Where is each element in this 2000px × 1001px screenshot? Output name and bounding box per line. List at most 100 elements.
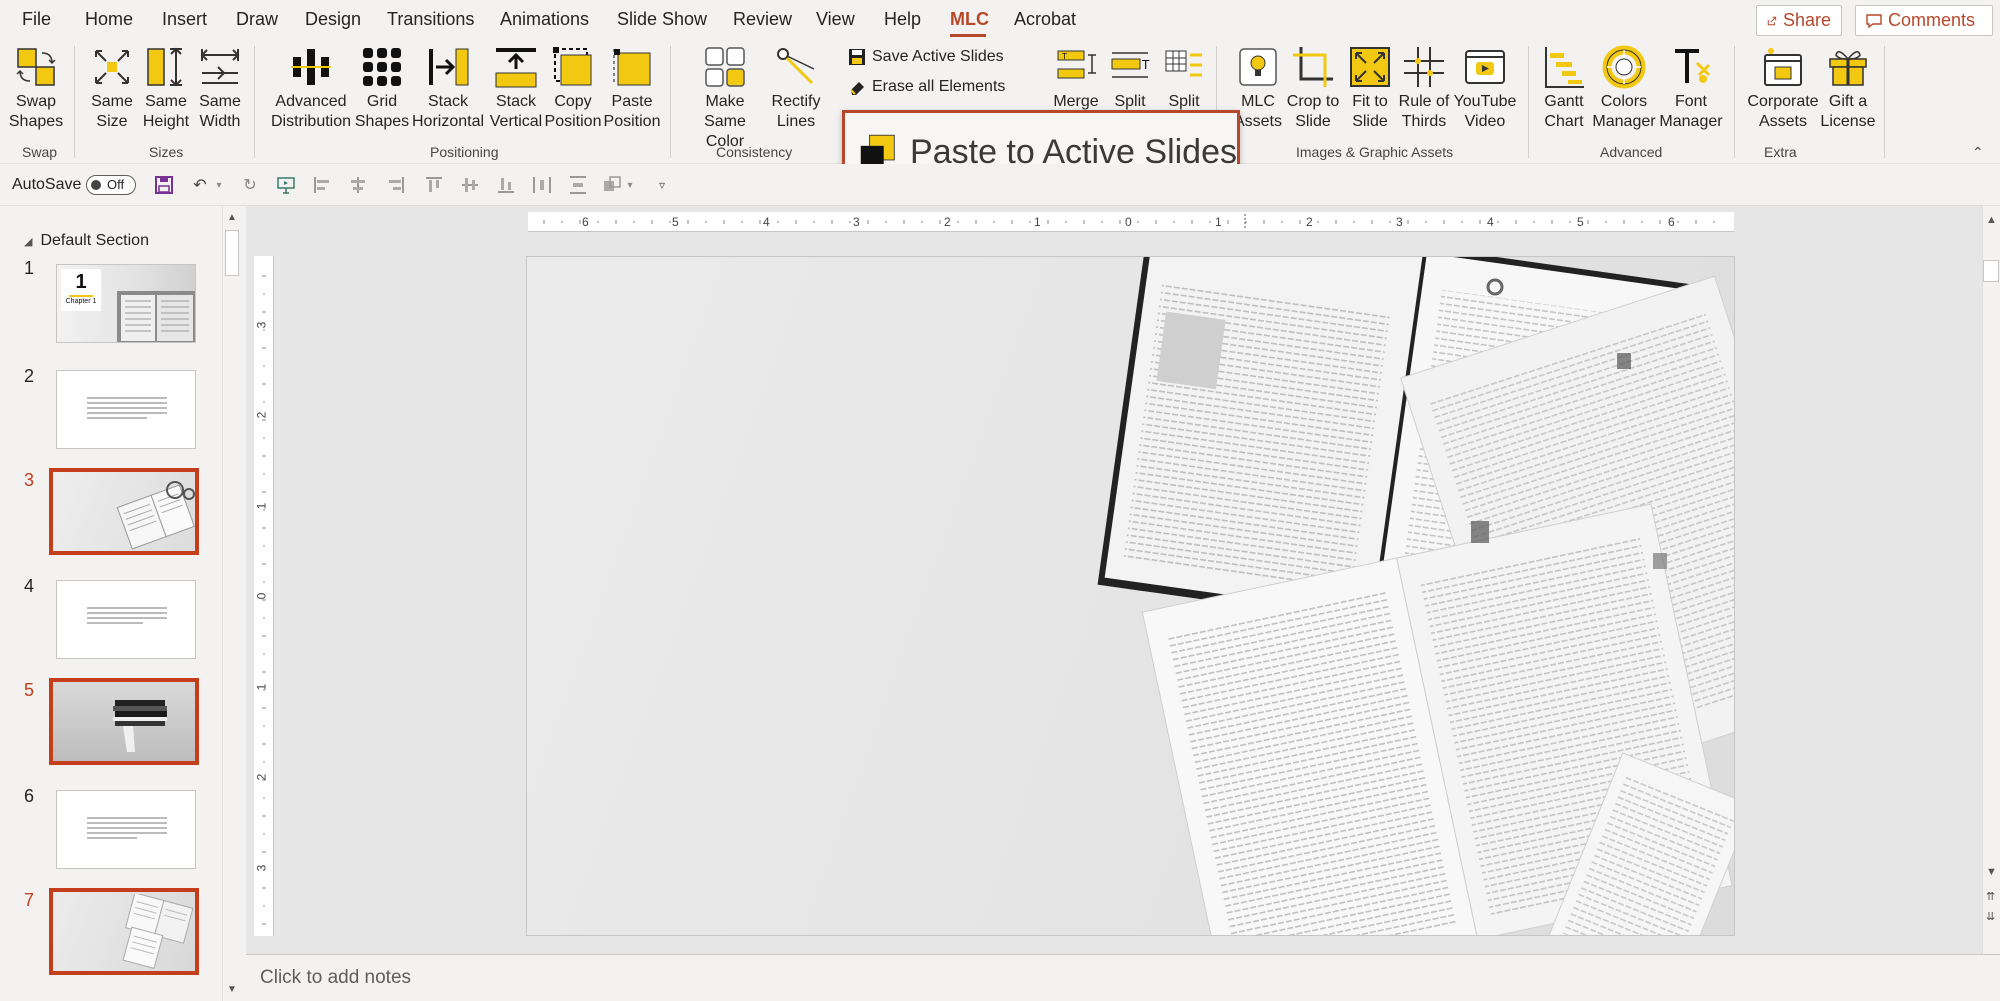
- tab-view[interactable]: View: [816, 9, 855, 30]
- tab-insert[interactable]: Insert: [162, 9, 207, 30]
- gantt-chart-button[interactable]: Gantt Chart: [1538, 44, 1590, 132]
- swap-shapes-button[interactable]: Swap Shapes: [9, 44, 63, 132]
- next-slide-icon[interactable]: ⇊: [1986, 910, 1995, 923]
- erase-all-elements-button[interactable]: Erase all Elements: [848, 78, 1005, 96]
- copy-position-button[interactable]: Copy Position: [545, 44, 601, 132]
- distribute-horizontal-icon[interactable]: [530, 174, 554, 196]
- slide-scrollbar[interactable]: ▲ ▼ ⇈ ⇊: [1982, 206, 2000, 954]
- ruler-label: 1: [254, 502, 269, 510]
- tab-draw[interactable]: Draw: [236, 9, 278, 30]
- undo-icon[interactable]: ↶: [188, 174, 212, 196]
- corporate-assets-button[interactable]: Corporate Assets: [1744, 44, 1822, 132]
- tab-review[interactable]: Review: [733, 9, 792, 30]
- align-bottom-icon[interactable]: [494, 174, 518, 196]
- thumbnail-scrollbar[interactable]: ▲ ▼: [222, 206, 240, 1001]
- same-height-icon: [147, 47, 182, 87]
- previous-slide-icon[interactable]: ⇈: [1986, 890, 1995, 903]
- autosave-label: AutoSave: [12, 176, 82, 193]
- same-width-button[interactable]: Same Width: [194, 44, 246, 132]
- share-icon: [1767, 16, 1777, 25]
- scroll-down-icon[interactable]: ▼: [1986, 866, 1997, 878]
- font-manager-button[interactable]: Font Manager: [1658, 44, 1724, 132]
- scroll-up-icon[interactable]: ▲: [227, 212, 237, 223]
- section-header[interactable]: ◢ Default Section: [24, 232, 149, 250]
- eraser-icon: [850, 82, 864, 95]
- corporate-assets-icon: [1764, 48, 1802, 86]
- same-width-icon: [200, 49, 240, 84]
- same-size-button[interactable]: Same Size: [86, 44, 138, 132]
- tab-design[interactable]: Design: [305, 9, 361, 30]
- tab-home[interactable]: Home: [85, 9, 133, 30]
- scroll-down-icon[interactable]: ▼: [227, 984, 237, 995]
- present-icon[interactable]: [274, 174, 298, 196]
- stack-horizontal-button[interactable]: Stack Horizontal: [410, 44, 486, 132]
- scrollbar-thumb[interactable]: [225, 230, 239, 276]
- split-text-button[interactable]: T Split: [1104, 44, 1156, 112]
- slide-thumbnail-2[interactable]: [56, 370, 196, 449]
- book-stack-image: [113, 700, 167, 752]
- crop-to-slide-button[interactable]: Crop to Slide: [1284, 44, 1342, 132]
- rule-of-thirds-button[interactable]: Rule of Thirds: [1396, 44, 1452, 132]
- tab-animations[interactable]: Animations: [500, 9, 589, 30]
- slide-thumbnail-4[interactable]: [56, 580, 196, 659]
- same-height-button[interactable]: Same Height: [140, 44, 192, 132]
- slide-canvas[interactable]: [526, 256, 1735, 936]
- svg-text:T: T: [1061, 52, 1067, 61]
- active-tab-indicator: [950, 34, 986, 37]
- group-dropdown-icon[interactable]: ▾: [624, 174, 636, 196]
- save-active-slides-button[interactable]: Save Active Slides: [848, 48, 1004, 66]
- slide-thumbnail-5[interactable]: [49, 678, 199, 765]
- collapse-ribbon-icon[interactable]: ⌃: [1972, 144, 1984, 161]
- tab-mlc[interactable]: MLC: [950, 9, 989, 30]
- group-objects-icon[interactable]: [600, 174, 624, 196]
- crop-icon: [1293, 47, 1333, 87]
- notes-placeholder: Click to add notes: [260, 967, 412, 988]
- youtube-video-button[interactable]: YouTube Video: [1454, 44, 1516, 132]
- save-icon[interactable]: [152, 174, 176, 196]
- tab-help[interactable]: Help: [884, 9, 921, 30]
- slide-thumbnail-7[interactable]: [49, 888, 199, 975]
- fit-to-slide-button[interactable]: Fit to Slide: [1344, 44, 1396, 132]
- align-right-icon[interactable]: [384, 174, 408, 196]
- slide-number: 7: [24, 890, 35, 910]
- paste-position-button[interactable]: Paste Position: [604, 44, 660, 132]
- grid-shapes-button[interactable]: Grid Shapes: [355, 44, 409, 132]
- gift-a-license-button[interactable]: Gift a License: [1820, 44, 1876, 132]
- split-table-label: Split: [1168, 93, 1200, 110]
- share-button[interactable]: Share: [1756, 5, 1842, 36]
- advanced-distribution-button[interactable]: Advanced Distribution: [268, 44, 354, 132]
- autosave-toggle[interactable]: Off: [86, 175, 136, 195]
- notes-pane[interactable]: Click to add notes: [246, 954, 2000, 1001]
- merge-button[interactable]: T Merge: [1048, 44, 1104, 112]
- colors-manager-button[interactable]: Colors Manager: [1592, 44, 1656, 132]
- same-size-icon: [95, 50, 129, 84]
- align-left-icon[interactable]: [310, 174, 334, 196]
- undo-dropdown-icon[interactable]: ▾: [212, 174, 226, 196]
- slide-thumbnail-6[interactable]: [56, 790, 196, 869]
- customize-toolbar-icon[interactable]: ▿: [650, 174, 674, 196]
- redo-icon[interactable]: ↻: [238, 174, 262, 196]
- open-books-photo: [1097, 257, 1734, 935]
- tab-acrobat[interactable]: Acrobat: [1014, 9, 1076, 30]
- stack-horizontal-icon: [429, 48, 469, 86]
- ruler-label: 3: [254, 321, 269, 329]
- collapse-section-icon[interactable]: ◢: [24, 235, 32, 248]
- slide-thumbnail-1[interactable]: 1 Chapter 1: [56, 264, 196, 343]
- slide-thumbnail-3[interactable]: [49, 468, 199, 555]
- tab-transitions[interactable]: Transitions: [387, 9, 474, 30]
- align-center-icon[interactable]: [346, 174, 370, 196]
- scroll-up-icon[interactable]: ▲: [1986, 214, 1997, 226]
- tab-slide-show[interactable]: Slide Show: [617, 9, 707, 30]
- ruler-label: 1: [1034, 215, 1041, 229]
- comments-button[interactable]: Comments: [1855, 5, 1993, 36]
- align-top-icon[interactable]: [422, 174, 446, 196]
- stack-vertical-button[interactable]: Stack Vertical: [488, 44, 544, 132]
- scrollbar-thumb[interactable]: [1983, 260, 1999, 282]
- distribute-vertical-icon[interactable]: [566, 174, 590, 196]
- make-same-color-button[interactable]: Make Same Color: [684, 44, 766, 152]
- align-middle-icon[interactable]: [458, 174, 482, 196]
- swap-shapes-icon: [16, 48, 56, 86]
- rectify-lines-button[interactable]: Rectify Lines: [768, 44, 824, 132]
- split-table-button[interactable]: Split: [1158, 44, 1210, 112]
- tab-file[interactable]: File: [22, 9, 51, 30]
